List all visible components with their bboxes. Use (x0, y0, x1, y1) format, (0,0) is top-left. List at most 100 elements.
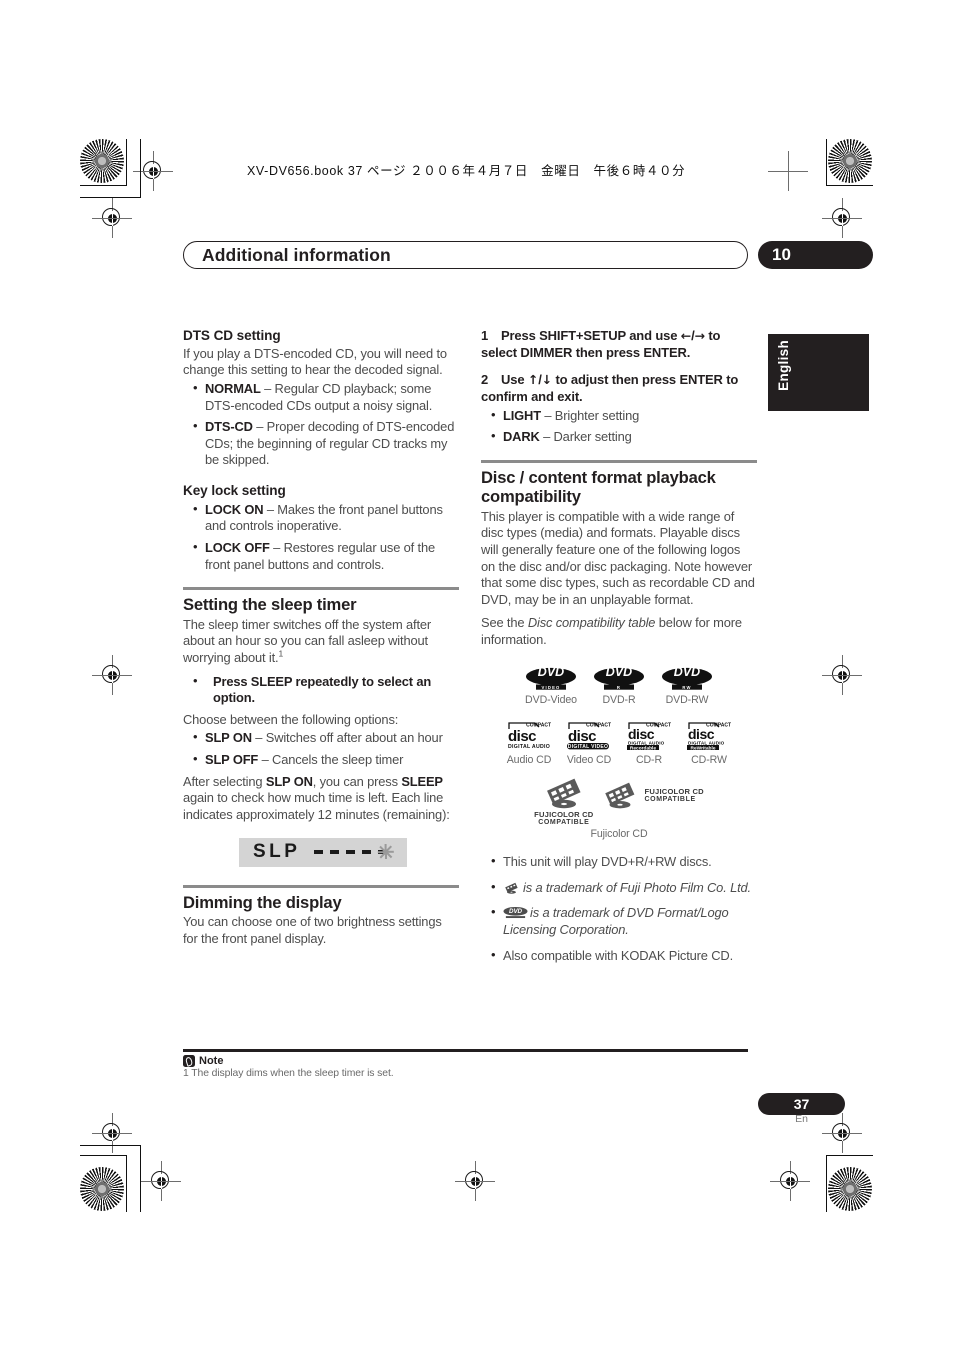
svg-text:DVD: DVD (538, 665, 564, 679)
list-item: LIGHT – Brighter setting (481, 407, 757, 425)
step-1: 1 Press SHIFT+SETUP and use ←/→ to select… (481, 328, 757, 361)
section-divider (183, 587, 459, 591)
registration-cross-top-right (768, 151, 808, 191)
logo-dvd-video: DVD VIDEO DVD-Video (525, 663, 577, 706)
disc-compatibility-table-ref: Disc compatibility table (527, 615, 656, 631)
footnote-ref: 1 (278, 648, 284, 659)
svg-text:DIGITAL AUDIO: DIGITAL AUDIO (508, 744, 550, 750)
crop-mark-top-right (826, 139, 873, 186)
sleep-instruction-list: Press SLEEP repeatedly to select an opti… (183, 673, 459, 707)
fujicolor-logo-inline: FUJICOLOR CD COMPATIBLE (600, 782, 704, 810)
term: LIGHT (503, 407, 541, 423)
svg-text:DVD: DVD (606, 665, 632, 679)
registration-cross-bottom-center (455, 1161, 495, 1201)
svg-text:VIDEO: VIDEO (541, 685, 560, 690)
heading-dimming-the-display: Dimming the display (183, 892, 342, 912)
bullet-text: is a trademark of DVD Format/Logo Licens… (503, 905, 729, 937)
registration-cross-left-lower (92, 1113, 132, 1153)
fujicolor-line-1: FUJICOLOR CD (644, 786, 704, 796)
cd-r-logo-icon: COMPACT disc DIGITAL AUDIO Recordable (627, 722, 671, 750)
logo-video-cd: COMPACT disc DIGITAL VIDEO Video CD (565, 720, 613, 766)
logo-caption: DVD-R (602, 693, 636, 706)
page-number-badge: 37 (758, 1093, 845, 1115)
right-column: 1 Press SHIFT+SETUP and use ←/→ to select… (481, 328, 757, 969)
logo-caption: DVD-RW (665, 693, 709, 706)
svg-text:DIGITAL VIDEO: DIGITAL VIDEO (568, 744, 608, 750)
registration-cross-right-mid (822, 655, 862, 695)
logo-dvd-r: DVD R DVD-R (593, 663, 645, 706)
note-text: 1 The display dims when the sleep timer … (183, 1068, 394, 1079)
note-divider (183, 1049, 748, 1052)
step-text-part1: Press SHIFT+SETUP and use (501, 328, 681, 343)
sleep-after-text: After selecting SLP ON, you can press SL… (183, 774, 459, 824)
bullet-text: This unit will play DVD+R/+RW discs. (503, 853, 712, 869)
registration-cross-left-mid (92, 655, 132, 695)
list-item: LOCK OFF – Restores regular use of the f… (183, 539, 459, 573)
bullet-text: Also compatible with KODAK Picture CD. (503, 947, 733, 963)
term: DARK (503, 429, 540, 445)
sleep-intro: The sleep timer switches off the system … (183, 617, 459, 667)
fujicolor-line-2: COMPATIBLE (644, 796, 696, 804)
fujicolor-line-1: FUJICOLOR CD (534, 809, 594, 819)
language-tab: English (768, 334, 869, 411)
after-bold-2: SLEEP (401, 773, 443, 789)
sleep-options-list: SLP ON – Switches off after about an hou… (183, 729, 459, 769)
dimming-intro: You can choose one of two brightness set… (183, 914, 442, 946)
compat-paragraph-1: This player is compatible with a wide ra… (481, 508, 755, 607)
fujicolor-film-icon (604, 782, 634, 809)
manual-page: XV-DV656.book 37 ページ ２００６年４月７日 金曜日 午後６時４… (0, 0, 954, 1351)
registration-cross-top-slug (133, 151, 173, 191)
left-column: DTS CD setting If you play a DTS-encoded… (183, 328, 459, 947)
see-the: See the (481, 615, 528, 631)
svg-text:RW: RW (682, 685, 691, 690)
language-tab-label: English (776, 340, 791, 391)
fujicolor-logo-row: FUJICOLOR CD COMPATIBLE FUJICOLOR CD COM… (481, 778, 757, 828)
list-item: SLP ON – Switches off after about an hou… (183, 729, 459, 747)
svg-text:DIGITAL AUDIO: DIGITAL AUDIO (688, 740, 725, 745)
note-block: Note 1 The display dims when the sleep t… (183, 1055, 748, 1079)
list-item: Also compatible with KODAK Picture CD. (481, 947, 757, 965)
display-dashes (314, 844, 394, 861)
desc: – Cancels the sleep timer (258, 752, 404, 768)
cd-logo-row: COMPACT disc DIGITAL AUDIO Audio CD COMP… (481, 720, 757, 766)
list-item: NORMAL – Regular CD playback; some DTS-e… (183, 380, 459, 414)
fujicolor-caption: Fujicolor CD (590, 827, 648, 840)
display-blinking-dash-icon (377, 844, 394, 861)
audio-cd-logo-icon: COMPACT disc DIGITAL AUDIO (508, 722, 551, 750)
sleep-choose-line: Choose between the following options: (183, 711, 399, 727)
after-bold-1: SLP ON (265, 773, 313, 789)
list-item: This unit will play DVD+R/+RW discs. (481, 853, 757, 871)
print-slug: XV-DV656.book 37 ページ ２００６年４月７日 金曜日 午後６時４… (247, 164, 686, 178)
logo-audio-cd: COMPACT disc DIGITAL AUDIO Audio CD (505, 720, 553, 766)
display-dash (346, 850, 356, 854)
logo-caption: CD-RW (691, 753, 727, 766)
dts-bullet-list: NORMAL – Regular CD playback; some DTS-e… (183, 380, 459, 469)
logo-caption: DVD-Video (525, 693, 577, 706)
dvd-rw-logo-icon: DVD RW (662, 665, 712, 690)
heading-dts-cd-setting: DTS CD setting (183, 328, 281, 343)
dts-intro: If you play a DTS-encoded CD, you will n… (183, 345, 447, 378)
bullet-text: is a trademark of Fuji Photo Film Co. Lt… (523, 879, 751, 895)
sleep-intro-text: The sleep timer switches off the system … (183, 616, 432, 665)
term: SLP ON (205, 730, 252, 746)
desc: – Switches off after about an hour (251, 730, 443, 746)
display-dash (314, 850, 324, 854)
registration-cross-right-upper (822, 198, 862, 238)
list-item: SLP OFF – Cancels the sleep timer (183, 751, 459, 769)
note-label: Note (199, 1055, 224, 1067)
list-item: DVD is a trademark of DVD Format/Logo Li… (481, 904, 757, 938)
chapter-title-bar: Additional information (183, 241, 748, 269)
section-divider (183, 884, 459, 888)
after-2: , you can press (312, 773, 402, 789)
after-3: again to check how much time is left. Ea… (183, 790, 450, 823)
arrow-left-icon: ← (680, 328, 692, 343)
dvd-video-logo-icon: DVD VIDEO (526, 665, 576, 690)
logo-cd-rw: COMPACT disc DIGITAL AUDIO ReWritable CD… (685, 720, 733, 766)
registration-cross-bottom-left (141, 1161, 181, 1201)
svg-text:DIGITAL AUDIO: DIGITAL AUDIO (628, 740, 665, 745)
display-dash (330, 850, 340, 854)
arrow-up-icon: ↑ (527, 372, 539, 388)
fujicolor-film-icon (505, 882, 518, 894)
step-number: 1 (481, 328, 489, 343)
fujicolor-film-icon (546, 778, 581, 808)
